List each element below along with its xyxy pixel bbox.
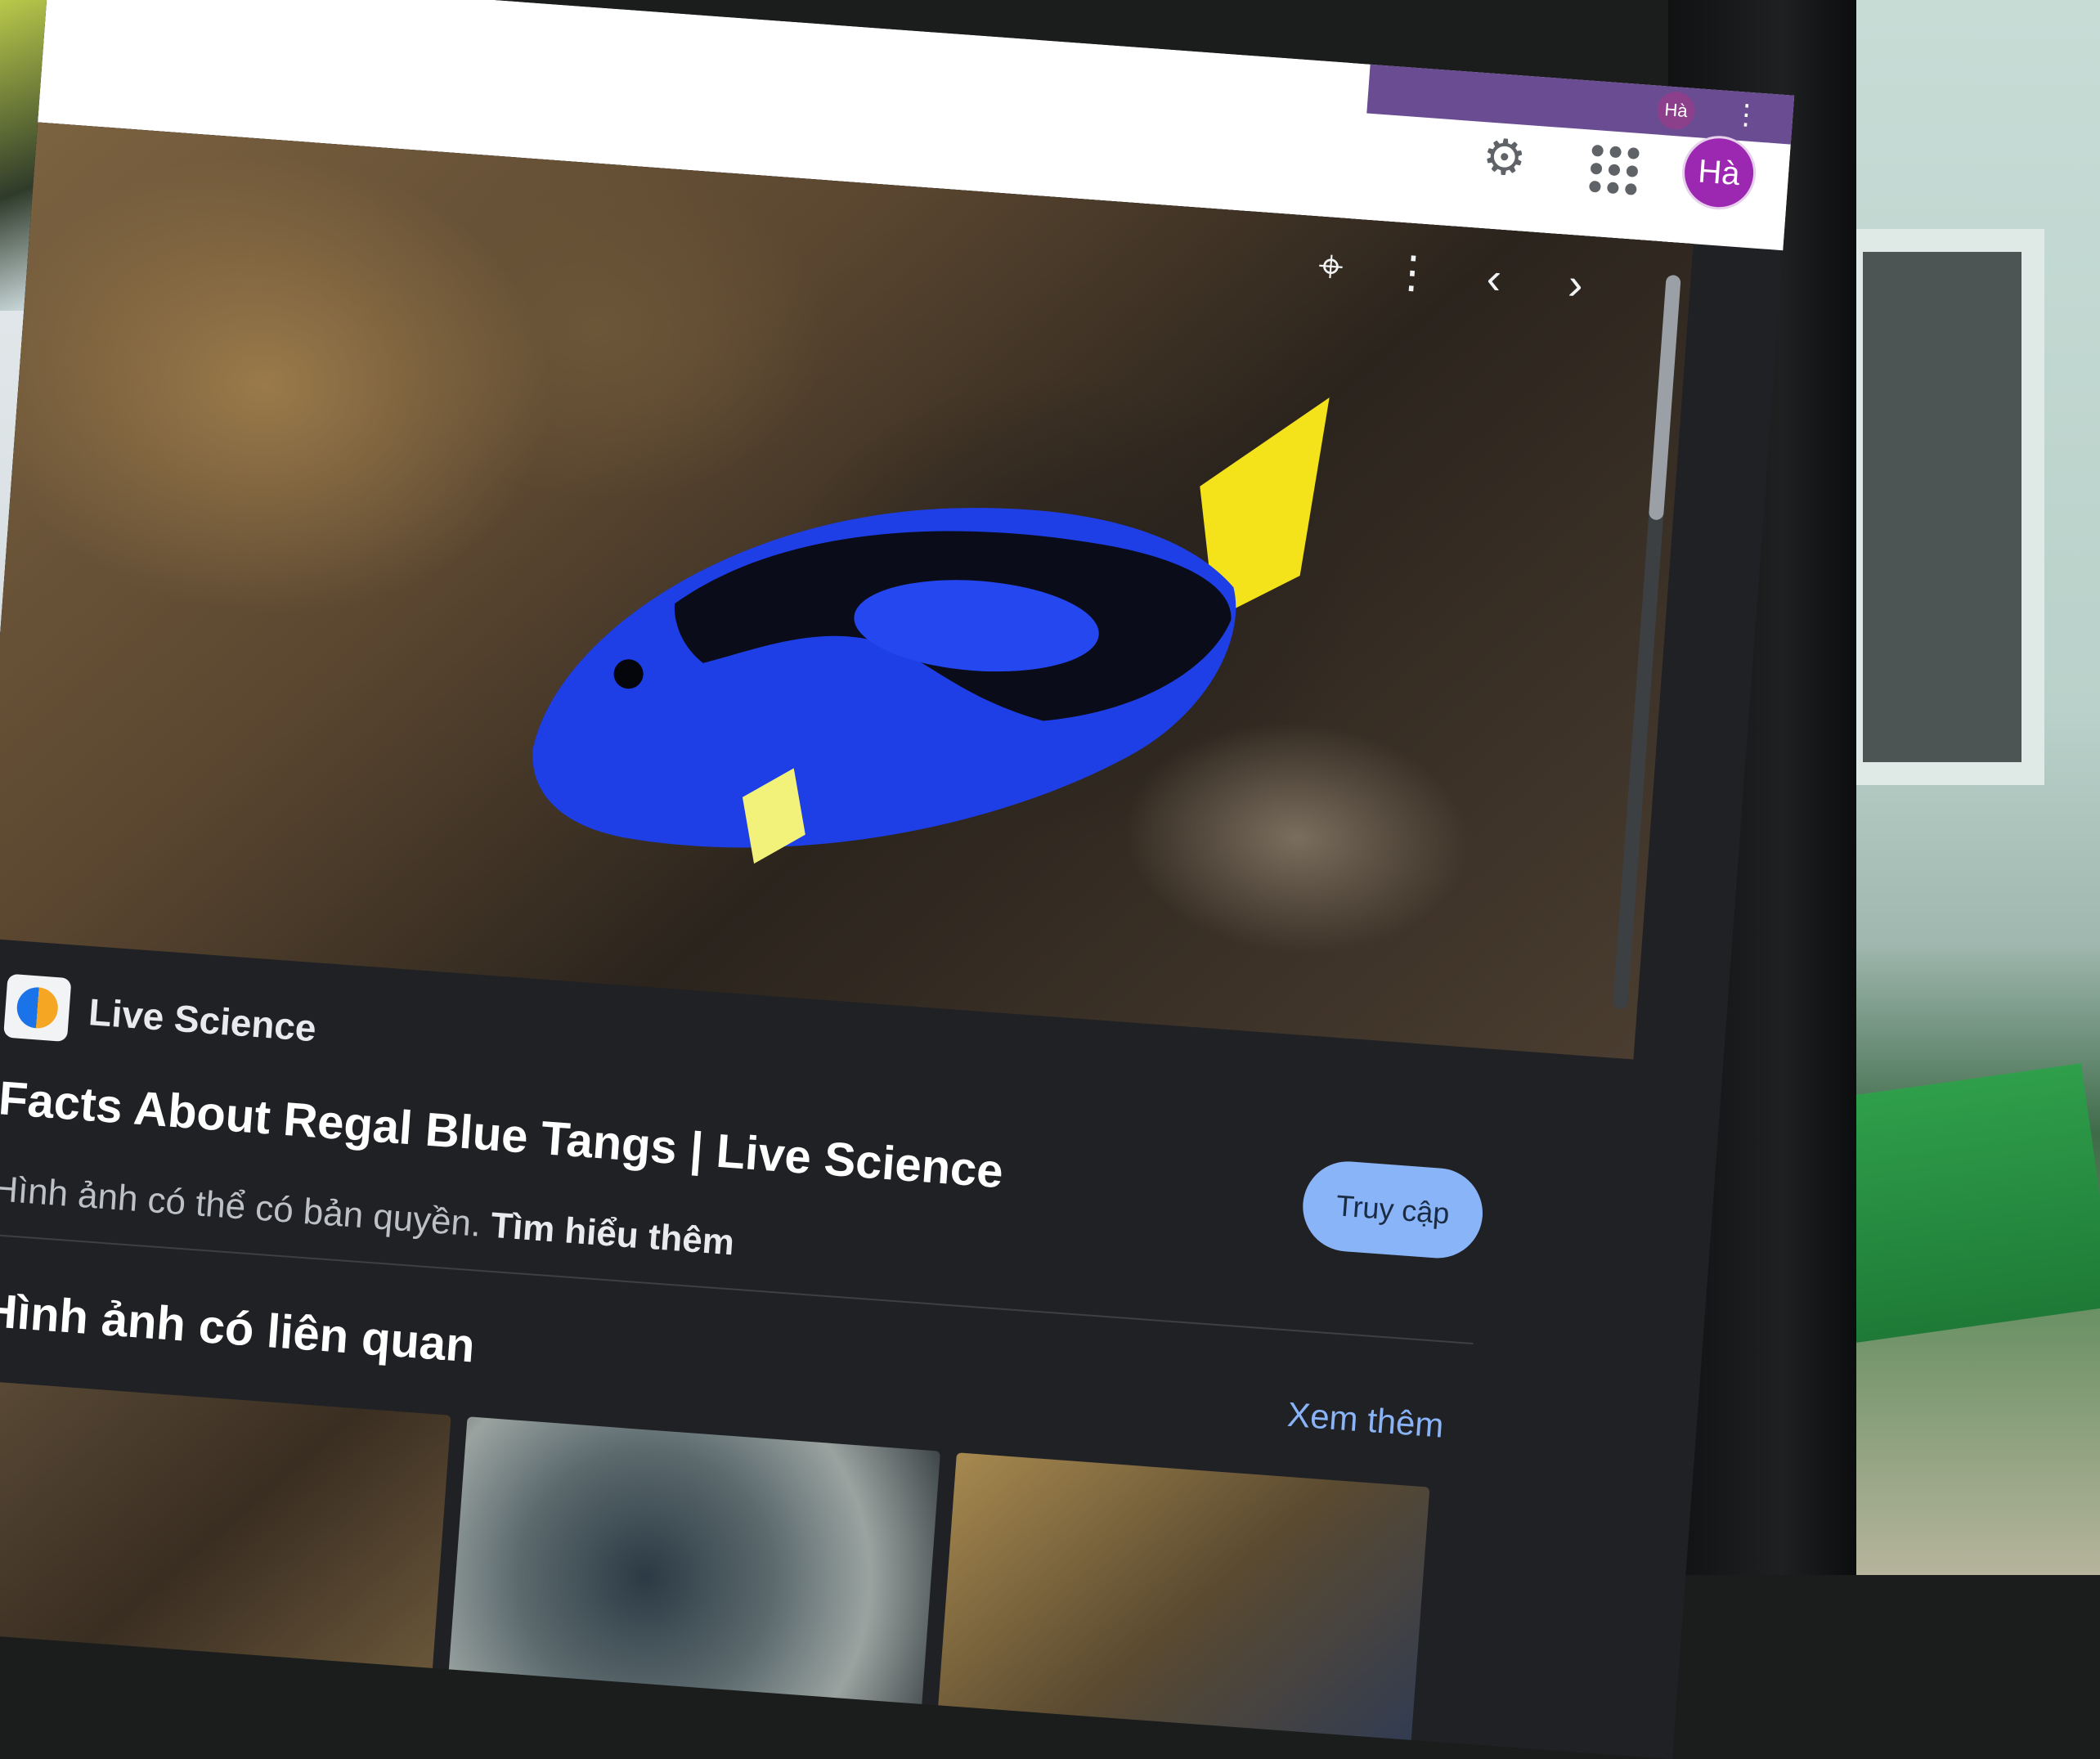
settings-gear-icon[interactable]: ⚙ [1476, 128, 1532, 186]
copyright-text: Hình ảnh có thể có bản quyền. [0, 1168, 482, 1245]
related-images-grid [0, 1380, 1430, 1759]
lens-search-icon[interactable]: ⌖ [1304, 240, 1357, 293]
see-more-link[interactable]: Xem thêm [1286, 1395, 1445, 1446]
related-image-thumbnail[interactable] [446, 1416, 941, 1745]
apps-grid-icon[interactable] [1582, 137, 1640, 195]
blue-tang-fish-image [532, 397, 1330, 864]
source-logo-icon [3, 973, 72, 1043]
profile-avatar-small[interactable]: Hà [1655, 90, 1697, 131]
learn-more-link[interactable]: Tìm hiểu thêm [490, 1205, 736, 1263]
more-options-icon[interactable]: ⋮ [1386, 246, 1438, 298]
panel-scrollbar[interactable] [1612, 274, 1681, 1010]
copyright-notice: Hình ảnh có thể có bản quyền. Tìm hiểu t… [0, 1169, 736, 1263]
background-window-frame [1840, 229, 2044, 785]
main-image[interactable]: ⌖ ⋮ ‹ › [0, 122, 1694, 1060]
source-name[interactable]: Live Science [88, 989, 318, 1050]
related-images-heading: Hình ảnh có liên quan [0, 1283, 477, 1373]
account-avatar[interactable]: Hà [1679, 133, 1759, 213]
image-viewer-panel: ⌖ ⋮ ‹ › Live Science Facts About Regal B… [0, 122, 1694, 1759]
related-image-thumbnail[interactable] [935, 1452, 1430, 1759]
browser-menu-icon[interactable]: ⋮ [1731, 97, 1761, 132]
scrollbar-thumb[interactable] [1648, 274, 1681, 521]
previous-image-icon[interactable]: ‹ [1468, 252, 1520, 304]
browser-screen: Hà ⋮ ⚙ Hà ⌖ ⋮ ‹ › Live Science Facts Abo… [0, 0, 1795, 1759]
visit-button[interactable]: Truy cập [1299, 1158, 1486, 1262]
source-row[interactable]: Live Science [3, 973, 319, 1061]
next-image-icon[interactable]: › [1549, 258, 1601, 311]
related-image-thumbnail[interactable] [0, 1380, 451, 1709]
